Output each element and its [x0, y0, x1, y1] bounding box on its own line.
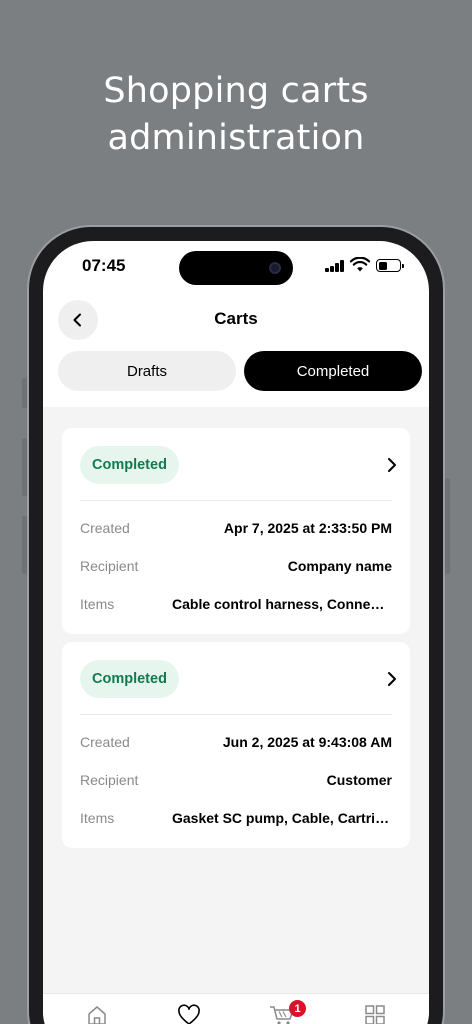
battery-icon [376, 259, 404, 272]
page-title: Carts [214, 309, 258, 328]
created-value: Jun 2, 2025 at 9:43:08 AM [222, 734, 392, 750]
recipient-label: Recipient [80, 558, 139, 574]
status-bar: 07:45 [43, 241, 429, 293]
home-icon[interactable] [86, 1004, 108, 1024]
items-label: Items [80, 810, 115, 826]
cart-created-row: Created Jun 2, 2025 at 9:43:08 AM [80, 732, 392, 752]
cart-created-row: Created Apr 7, 2025 at 2:33:50 PM [80, 518, 392, 538]
recipient-value: Company name [287, 558, 392, 574]
card-divider [80, 714, 392, 715]
dynamic-island [179, 251, 293, 285]
phone-power-button [445, 478, 450, 574]
headline-line-2: administration [107, 118, 365, 158]
bottom-tab-bar: 1 [43, 993, 429, 1024]
chevron-right-icon[interactable] [382, 455, 402, 475]
camera-icon [269, 262, 281, 274]
cart-recipient-row: Recipient Company name [80, 556, 392, 576]
created-label: Created [80, 734, 130, 750]
status-badge: Completed [80, 446, 179, 484]
phone-volume-up-button [22, 438, 27, 496]
items-label: Items [80, 596, 115, 612]
status-time: 07:45 [82, 256, 126, 275]
cart-recipient-row: Recipient Customer [80, 770, 392, 790]
created-value: Apr 7, 2025 at 2:33:50 PM [223, 520, 392, 536]
items-value: Gasket SC pump, Cable, Cartridge [172, 810, 392, 826]
recipient-value: Customer [326, 772, 392, 788]
cart-items-row: Items Cable control harness, Connector [80, 594, 392, 614]
heart-icon[interactable] [177, 1004, 201, 1024]
chevron-right-icon[interactable] [382, 669, 402, 689]
items-value: Cable control harness, Connector [172, 596, 392, 612]
cart-card[interactable]: Completed Created Apr 7, 2025 at 2:33:50… [62, 428, 410, 634]
created-label: Created [80, 520, 130, 536]
cart-items-row: Items Gasket SC pump, Cable, Cartridge [80, 808, 392, 828]
promo-headline: Shopping carts administration [0, 68, 472, 162]
cart-card[interactable]: Completed Created Jun 2, 2025 at 9:43:08… [62, 642, 410, 848]
wifi-icon [350, 257, 370, 272]
tab-drafts[interactable]: Drafts [58, 351, 236, 391]
recipient-label: Recipient [80, 772, 139, 788]
navigation-bar: Carts Drafts Completed [43, 293, 429, 401]
card-divider [80, 500, 392, 501]
cart-count-badge: 1 [289, 1000, 306, 1017]
phone-volume-down-button [22, 516, 27, 574]
headline-line-1: Shopping carts [103, 71, 369, 111]
grid-icon[interactable] [364, 1004, 386, 1024]
segmented-tabs: Drafts Completed [58, 351, 422, 391]
tab-completed[interactable]: Completed [244, 351, 422, 391]
phone-action-button [22, 378, 27, 408]
phone-screen: 07:45 Carts Drafts Completed Completed C… [43, 241, 429, 1024]
cellular-signal-icon [325, 260, 345, 272]
status-badge: Completed [80, 660, 179, 698]
carts-list: Completed Created Apr 7, 2025 at 2:33:50… [43, 407, 429, 1007]
